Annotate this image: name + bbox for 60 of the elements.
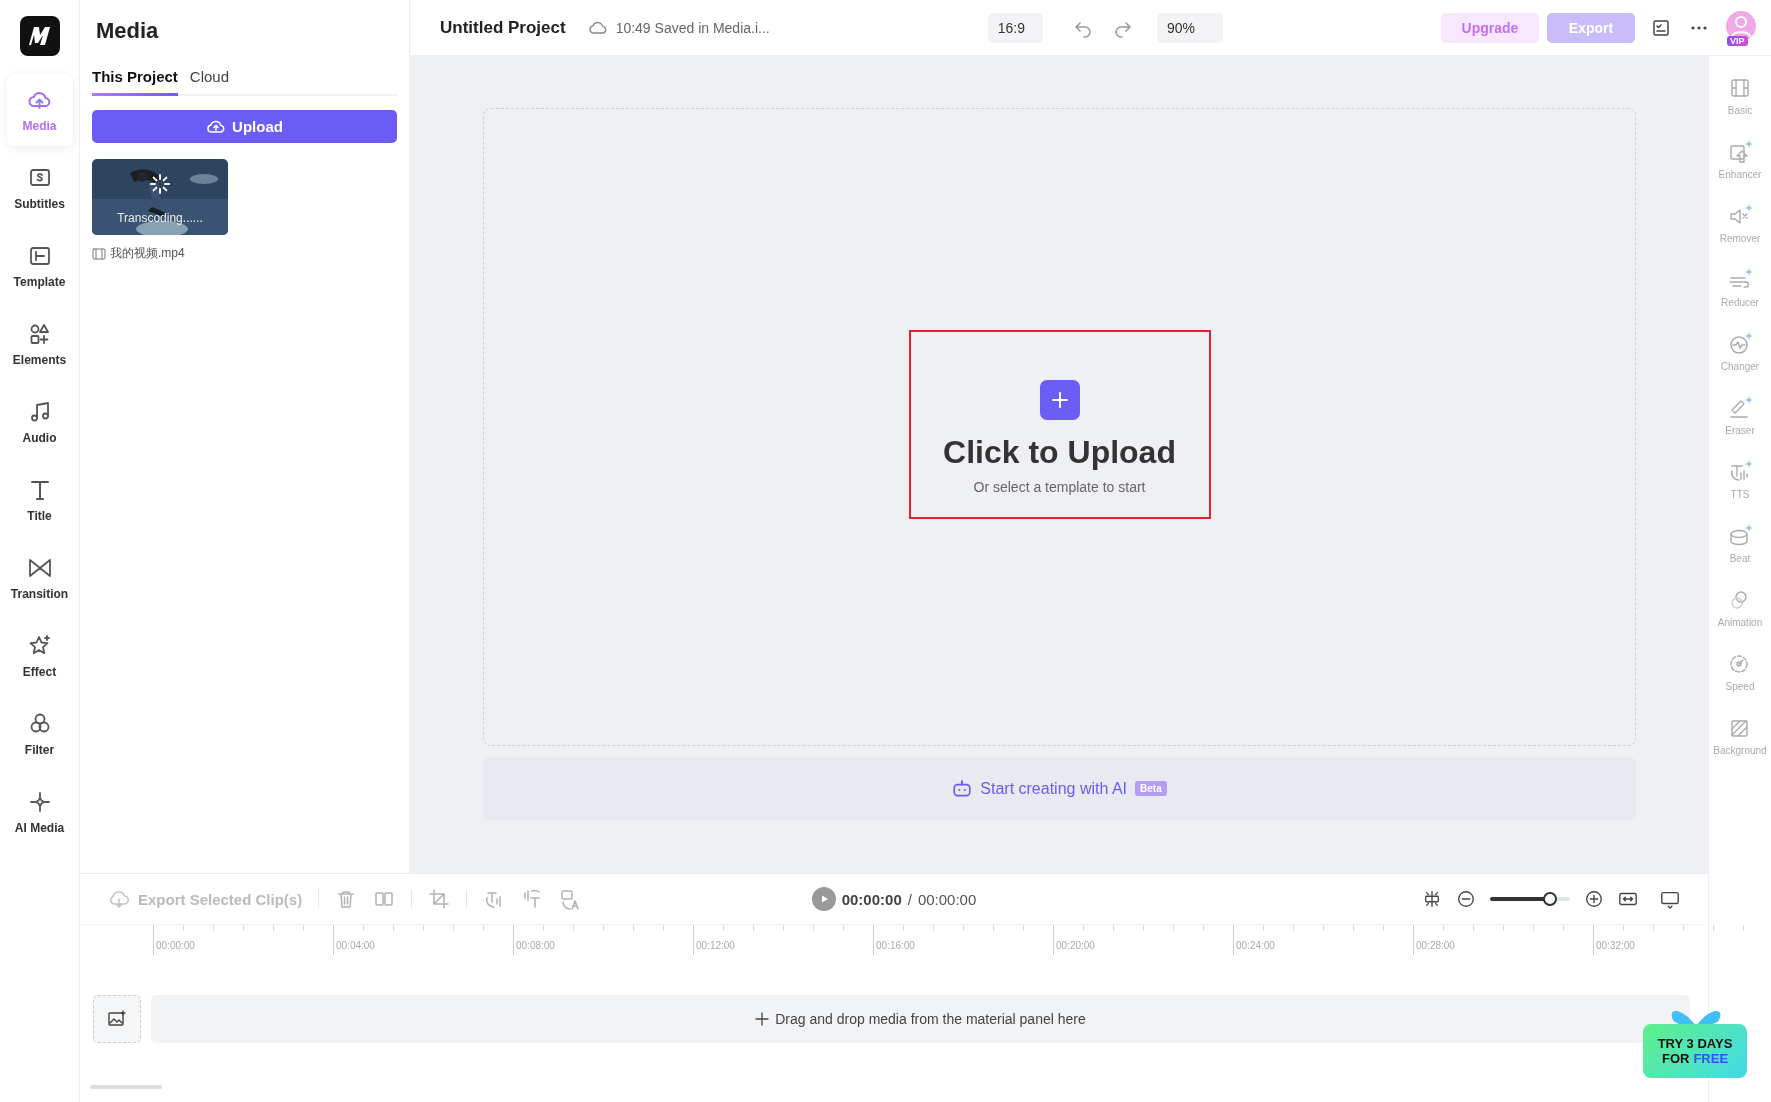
cloud-download-icon	[108, 888, 130, 910]
zoom-out-icon[interactable]	[1456, 889, 1476, 909]
file-name: 我的视频.mp4	[110, 245, 185, 262]
loading-spinner-icon	[149, 173, 171, 195]
sidebar-item[interactable]: AI Media	[6, 776, 73, 848]
avatar-icon[interactable]	[1725, 9, 1757, 42]
sidebar-item[interactable]: Elements	[6, 308, 73, 380]
panel-title: Media	[96, 18, 160, 45]
upload-button[interactable]: Upload	[92, 110, 397, 143]
time-label: 00:00:00	[156, 940, 195, 951]
status-text: Transcoding......	[116, 211, 204, 225]
zoom-slider[interactable]	[1490, 892, 1570, 906]
time-label: 00:04:00	[336, 940, 375, 951]
sidebar-item[interactable]: Audio	[6, 386, 73, 458]
app-logo-icon	[19, 16, 60, 56]
sidebar-item[interactable]: Subtitles	[6, 152, 73, 224]
film-icon	[92, 247, 106, 260]
time-label: 00:08:00	[516, 940, 555, 951]
time-label: 00:12:00	[696, 940, 735, 951]
plus-icon	[755, 1012, 770, 1026]
total-duration: 00:00:00	[917, 890, 977, 908]
play-button[interactable]	[811, 887, 836, 911]
add-media-button[interactable]	[93, 995, 141, 1043]
robot-icon	[952, 778, 973, 799]
tab[interactable]: Cloud	[189, 68, 230, 96]
sidebar-item[interactable]: Title	[6, 464, 73, 536]
track-hint: Drag and drop media from the material panel here	[775, 1011, 1086, 1027]
tab[interactable]: This Project	[92, 68, 178, 96]
monitor-icon[interactable]	[1660, 889, 1680, 909]
sidebar-item[interactable]: Transition	[6, 542, 73, 614]
sidebar-item[interactable]: Template	[6, 230, 73, 302]
image-add-icon	[107, 1009, 127, 1029]
zoom-in-icon[interactable]	[1584, 889, 1604, 909]
ai-link[interactable]: Start creating with AI	[980, 779, 1127, 798]
current-time: 00:00:00	[841, 890, 902, 908]
sidebar-item[interactable]: Effect	[6, 620, 73, 692]
time-label: 00:20:00	[1056, 940, 1095, 951]
promo-badge[interactable]: TRY 3 DAYS FOR FREE	[1643, 1024, 1747, 1078]
vip-badge: VIP	[1727, 35, 1748, 46]
zoom-dropdown[interactable]: 90%	[1157, 12, 1223, 43]
scrollbar[interactable]	[90, 1085, 162, 1089]
time-label: 00:24:00	[1236, 940, 1275, 951]
aspect-ratio-dropdown[interactable]: 16:9	[987, 12, 1043, 43]
sidebar-item[interactable]: Filter	[6, 698, 73, 770]
drop-zone[interactable]: Click to Upload Or select a template to start	[483, 108, 1636, 746]
time-separator: /	[907, 890, 912, 908]
add-button[interactable]	[1039, 380, 1080, 420]
upload-title: Click to Upload	[943, 434, 1176, 471]
time-label: 00:28:00	[1416, 940, 1455, 951]
save-status: 10:49 Saved in Media.i...	[615, 19, 770, 36]
snap-icon[interactable]	[1422, 889, 1442, 909]
plus-icon	[1049, 390, 1070, 410]
time-label: 00:16:00	[876, 940, 915, 951]
beta-badge: Beta	[1135, 781, 1167, 796]
project-title[interactable]: Untitled Project	[440, 17, 566, 38]
checklist-icon[interactable]	[1651, 17, 1671, 38]
upload-subtitle: Or select a template to start	[973, 479, 1146, 495]
promo-text: FOR	[1661, 1051, 1690, 1066]
promo-highlight: FREE	[1693, 1051, 1729, 1066]
time-label: 00:32:00	[1596, 940, 1635, 951]
